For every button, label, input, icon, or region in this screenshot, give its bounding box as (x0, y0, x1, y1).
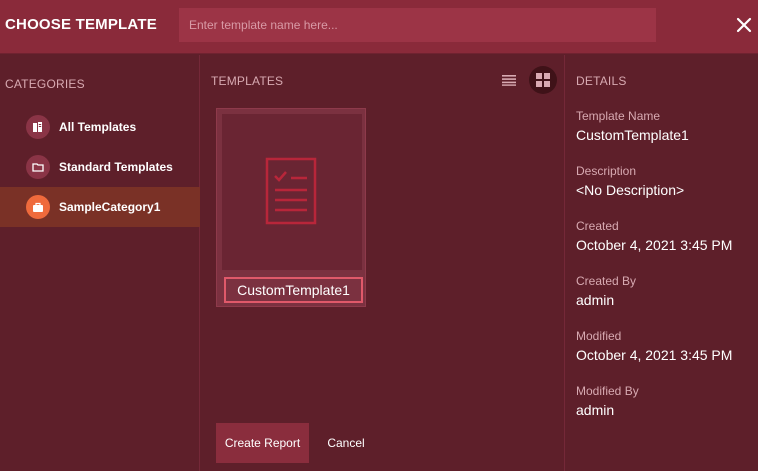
category-label: All Templates (59, 120, 137, 134)
details-panel: DETAILS Template Name CustomTemplate1 De… (564, 55, 758, 471)
template-thumbnail (222, 114, 362, 270)
dialog-header: CHOOSE TEMPLATE (0, 0, 758, 54)
briefcase-icon (26, 195, 50, 219)
category-all-templates[interactable]: All Templates (0, 107, 200, 147)
list-icon (502, 75, 516, 86)
detail-value-modified: October 4, 2021 3:45 PM (576, 347, 733, 363)
grid-icon (536, 73, 550, 87)
templates-panel: TEMPLATES CustomTemplate1 Create Report … (201, 55, 564, 471)
template-name-label: CustomTemplate1 (224, 277, 363, 303)
category-label: Standard Templates (59, 160, 173, 174)
detail-label-created: Created (576, 219, 619, 233)
category-standard-templates[interactable]: Standard Templates (0, 147, 200, 187)
list-view-button[interactable] (495, 66, 523, 94)
document-checklist-icon (265, 157, 317, 225)
dialog-title: CHOOSE TEMPLATE (5, 16, 157, 33)
detail-value-template-name: CustomTemplate1 (576, 127, 689, 143)
detail-label-modified-by: Modified By (576, 384, 639, 398)
detail-value-created-by: admin (576, 292, 615, 308)
close-icon (736, 17, 752, 33)
close-button[interactable] (733, 14, 755, 36)
details-heading: DETAILS (576, 74, 627, 88)
detail-value-modified-by: admin (576, 402, 615, 418)
folder-icon (26, 155, 50, 179)
create-report-button[interactable]: Create Report (216, 423, 309, 463)
cancel-button[interactable]: Cancel (316, 423, 376, 463)
detail-label-created-by: Created By (576, 274, 637, 288)
categories-heading: CATEGORIES (5, 77, 85, 91)
grid-view-button[interactable] (529, 66, 557, 94)
detail-label-description: Description (576, 164, 637, 178)
category-label: SampleCategory1 (59, 200, 161, 214)
all-templates-icon (26, 115, 50, 139)
template-search-input[interactable] (179, 8, 656, 42)
detail-value-created: October 4, 2021 3:45 PM (576, 237, 733, 253)
template-card[interactable]: CustomTemplate1 (216, 108, 366, 307)
detail-value-description: <No Description> (576, 182, 685, 198)
category-samplecategory1[interactable]: SampleCategory1 (0, 187, 200, 227)
detail-label-modified: Modified (576, 329, 622, 343)
detail-label-template-name: Template Name (576, 109, 661, 123)
templates-heading: TEMPLATES (211, 74, 284, 88)
categories-panel: CATEGORIES All Templates Standard Templa… (0, 55, 200, 471)
